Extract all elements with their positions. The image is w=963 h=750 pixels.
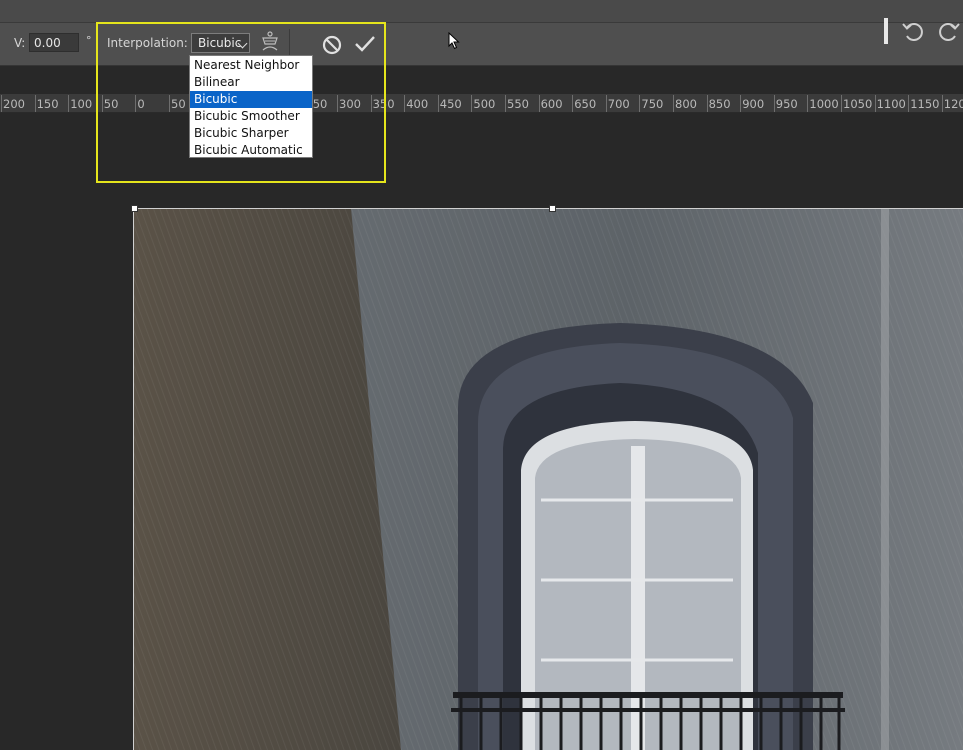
- ruler-tick: 550: [505, 95, 529, 112]
- ruler-tick: 950: [773, 95, 798, 112]
- ruler-tick: 100: [68, 95, 93, 112]
- v-skew-input[interactable]: 0.00: [29, 33, 79, 52]
- ruler-tick: 1100: [874, 95, 906, 112]
- ruler-tick: 850: [706, 95, 731, 112]
- option-bicubic-sharper[interactable]: Bicubic Sharper: [190, 125, 312, 142]
- ruler-tick: 500: [471, 95, 496, 112]
- redo-icon[interactable]: [938, 19, 962, 43]
- v-unit: °: [86, 34, 92, 47]
- undo-icon[interactable]: [900, 19, 924, 43]
- ruler-tick: 800: [673, 95, 697, 112]
- option-nearest-neighbor[interactable]: Nearest Neighbor: [190, 57, 312, 74]
- ruler-tick: 150: [34, 95, 59, 112]
- option-bilinear[interactable]: Bilinear: [190, 74, 312, 91]
- ruler-tick: 650: [572, 95, 597, 112]
- divider-bar: [884, 18, 888, 44]
- ruler-tick: 1150: [908, 95, 940, 112]
- interpolation-dropdown[interactable]: Nearest Neighbor Bilinear Bicubic Bicubi…: [189, 55, 313, 158]
- ruler-tick: 450: [437, 95, 462, 112]
- ruler-tick: 750: [639, 95, 664, 112]
- ruler-tick: 200: [1, 95, 25, 112]
- ruler-tick: 700: [605, 95, 630, 112]
- ruler-tick: 1000: [807, 95, 839, 112]
- transform-handle-top-center[interactable]: [549, 205, 556, 212]
- ruler-tick: 600: [538, 95, 563, 112]
- mouse-cursor-icon: [448, 31, 460, 50]
- v-label: V:: [14, 36, 26, 50]
- ruler-tick: 1050: [840, 95, 873, 112]
- ruler-tick: 400: [404, 95, 429, 112]
- option-bicubic[interactable]: Bicubic: [190, 91, 312, 108]
- building-photo: [133, 208, 963, 750]
- ruler-tick: 1200: [941, 95, 963, 112]
- option-bicubic-smoother[interactable]: Bicubic Smoother: [190, 108, 312, 125]
- transform-handle-top-left[interactable]: [131, 205, 138, 212]
- option-bicubic-automatic[interactable]: Bicubic Automatic: [190, 142, 312, 159]
- ruler-tick: 900: [740, 95, 765, 112]
- top-strip: [0, 0, 963, 23]
- image-canvas[interactable]: [133, 208, 963, 750]
